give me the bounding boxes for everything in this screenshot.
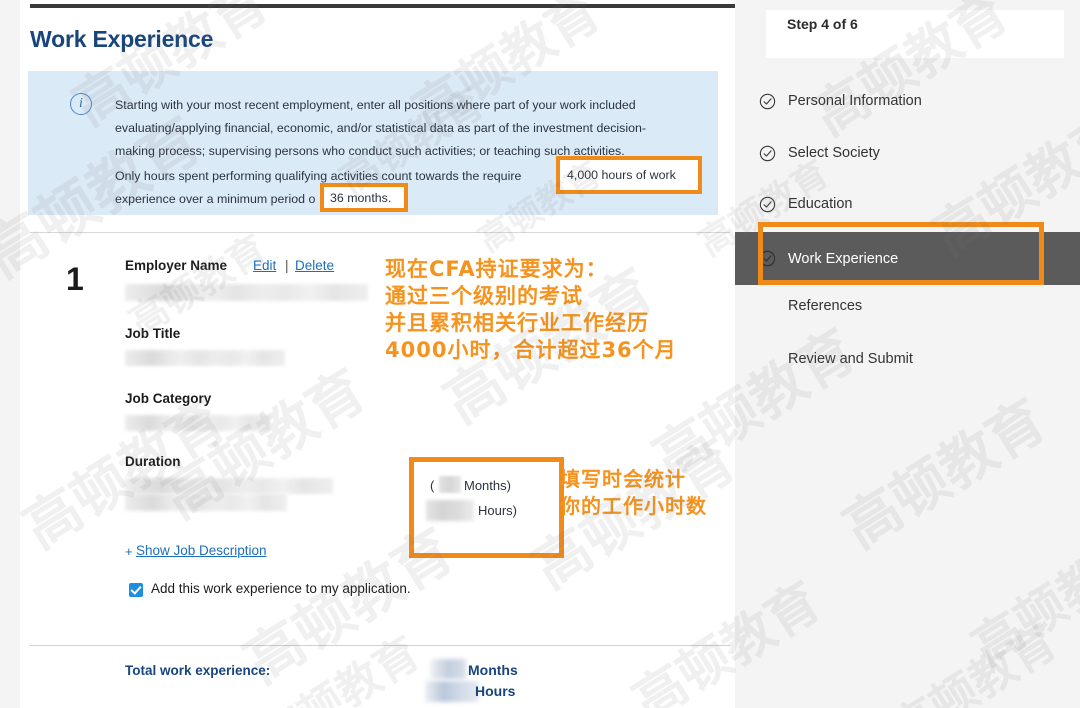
field-label-duration: Duration [125,454,181,469]
field-label-job-category: Job Category [125,391,211,406]
info-line-2: evaluating/applying financial, economic,… [115,120,646,136]
add-experience-checkbox[interactable] [129,583,143,597]
annotation-line: 通过三个级别的考试 [385,283,677,310]
redacted-job-category-value [125,415,270,431]
redacted-total-hours-number [425,681,479,702]
step-indicator-label: Step 4 of 6 [787,16,858,32]
duration-hours-unit: Hours) [478,503,517,518]
edit-link[interactable]: Edit [253,258,276,273]
page-title: Work Experience [30,26,213,53]
check-circle-icon [759,250,776,267]
expand-plus-icon[interactable]: + [125,544,133,559]
sidebar-step-work-experience[interactable]: Work Experience [735,232,1080,285]
info-line-4: Only hours spent performing qualifying a… [115,168,521,184]
highlight-months-text: 36 months. [330,191,391,205]
redacted-duration-hours-number [426,500,474,521]
sidebar-step-references[interactable]: References [735,289,1080,323]
delete-link[interactable]: Delete [295,258,334,273]
info-line-5: experience over a minimum period o [115,191,315,207]
annotation-line: 并且累积相关行业工作经历 [385,310,677,337]
sidebar-step-label: Work Experience [788,251,898,267]
sidebar-step-education[interactable]: Education [735,187,1080,221]
info-line-1: Starting with your most recent employmen… [115,97,636,113]
add-experience-checkbox-label: Add this work experience to my applicati… [151,581,411,596]
redacted-duration-value-line1 [125,478,333,494]
annotation-line: 你的工作小时数 [560,493,707,520]
sidebar-step-label: Select Society [788,145,880,161]
total-months-unit: Months [468,662,518,678]
sidebar-step-label: References [788,298,862,314]
info-icon: i [70,93,92,115]
check-circle-icon [759,196,776,213]
section-divider-bottom [30,645,730,646]
annotation-line: 填写时会统计 [560,466,707,493]
sidebar-step-label: Personal Information [788,93,922,109]
duration-paren-open: ( [430,478,434,493]
entry-number: 1 [66,261,84,298]
info-line-3: making process; supervising persons who … [115,143,625,159]
annotation-line: 4000小时，合计超过36个月 [385,337,677,364]
highlight-hours-text: 4,000 hours of work [567,168,676,182]
sidebar-step-review-and-submit[interactable]: Review and Submit [735,342,1080,376]
link-separator: | [285,258,289,273]
redacted-total-months-number [430,659,466,679]
screenshot-root: Work Experience i Starting with your mos… [0,0,1080,708]
sidebar-step-select-society[interactable]: Select Society [735,136,1080,170]
check-circle-icon [759,145,776,162]
sidebar-step-personal-information[interactable]: Personal Information [735,84,1080,118]
sidebar-step-label: Education [788,196,853,212]
progress-sidebar: Step 4 of 6 Personal Information Select S… [735,0,1080,708]
check-circle-icon [759,93,776,110]
field-label-job-title: Job Title [125,326,180,341]
annotation-cfa-requirements: 现在CFA持证要求为：通过三个级别的考试并且累积相关行业工作经历4000小时，合… [385,256,677,364]
redacted-job-title-value [125,350,285,366]
field-label-employer-name: Employer Name [125,258,227,273]
redacted-duration-months-number [439,476,461,493]
annotation-line: 现在CFA持证要求为： [385,256,677,283]
section-divider-top [30,232,730,233]
sidebar-step-label: Review and Submit [788,351,913,367]
annotation-hours-tally: 填写时会统计你的工作小时数 [560,466,707,520]
duration-months-unit: Months) [464,478,511,493]
redacted-employer-name-value [125,284,368,301]
top-divider-rule [30,4,735,8]
redacted-duration-value-line2 [125,494,287,511]
show-job-description-link[interactable]: Show Job Description [136,543,267,558]
total-work-experience-label: Total work experience: [125,663,270,678]
highlight-box-months: 36 months. [320,183,408,212]
highlight-box-hours: 4,000 hours of work [556,156,702,194]
total-hours-unit: Hours [475,683,515,699]
